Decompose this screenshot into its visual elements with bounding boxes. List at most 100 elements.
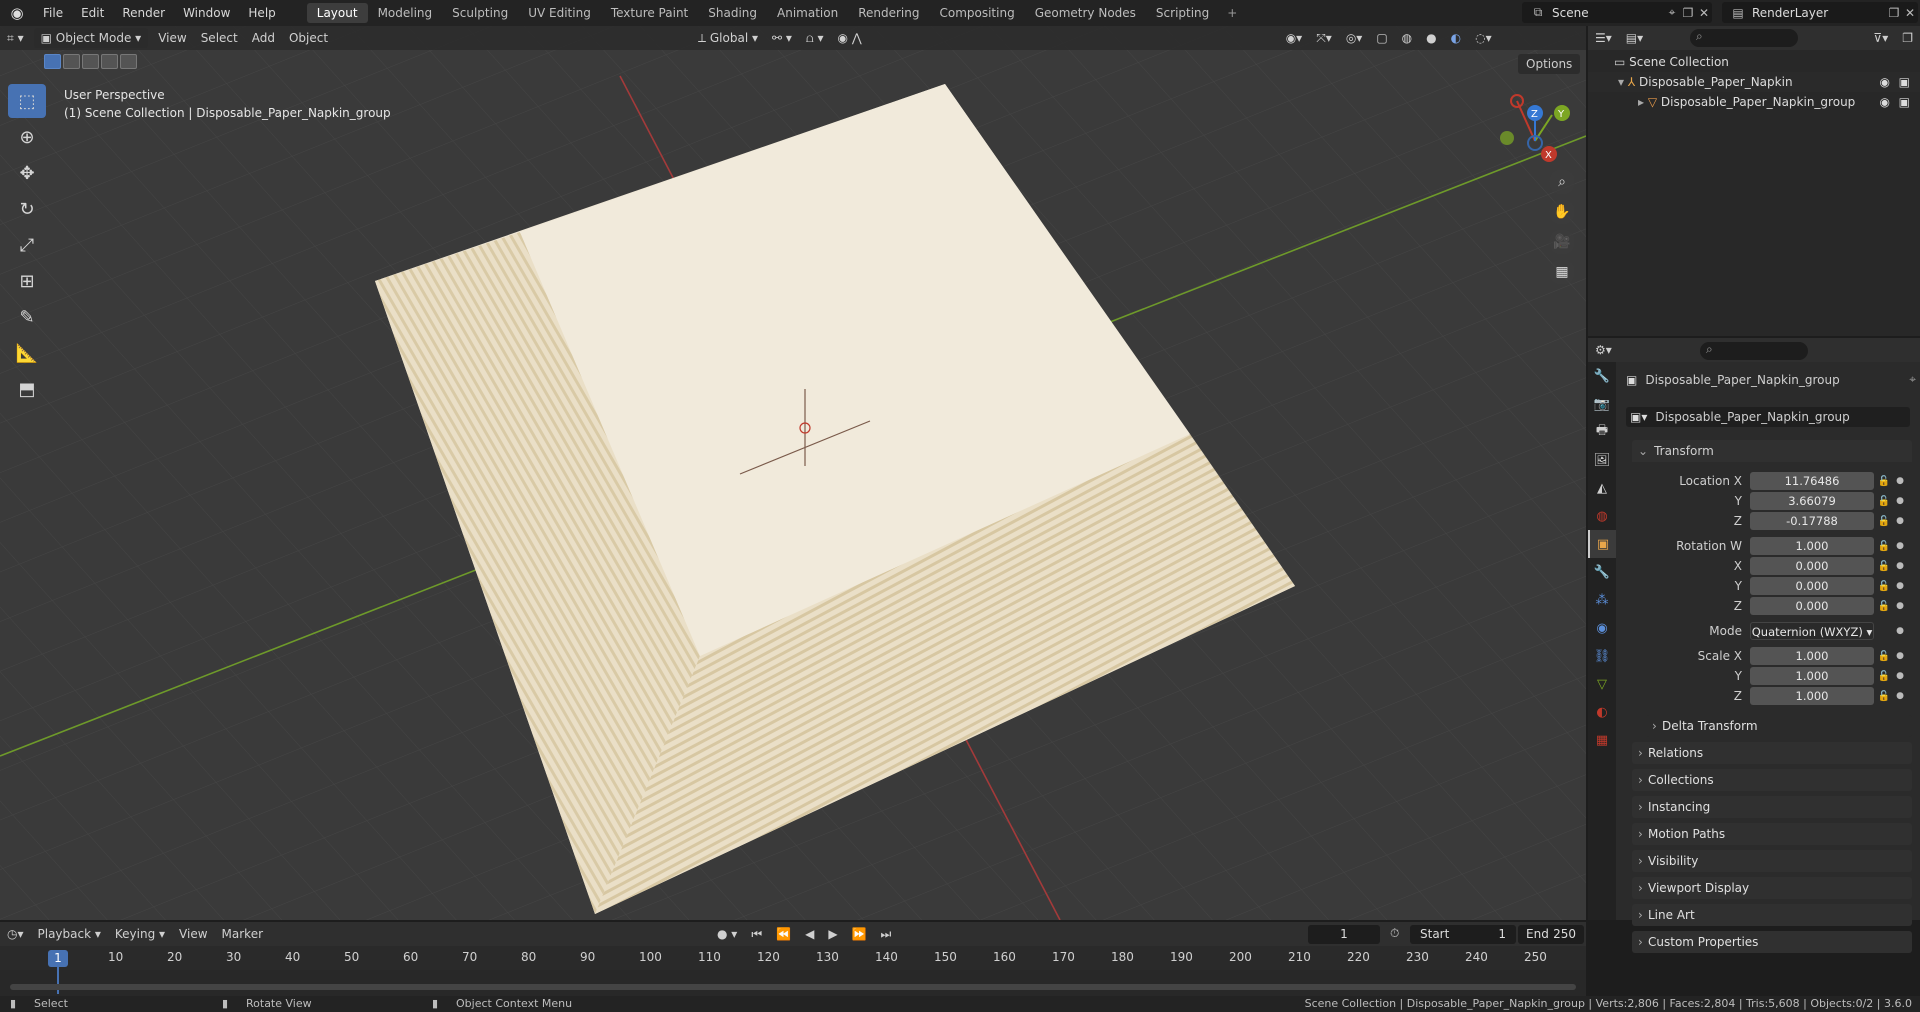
- transform-orientation-dropdown[interactable]: ⟂ Global ▾: [691, 28, 765, 48]
- output-tab-icon[interactable]: 🖶: [1588, 418, 1616, 446]
- viewport-menu-add[interactable]: Add: [245, 28, 282, 48]
- delete-layer-icon[interactable]: ✕: [1902, 6, 1918, 20]
- gizmo-toggle-icon[interactable]: ⤧▾: [1309, 28, 1339, 48]
- keyframe-dot-icon[interactable]: ●: [1894, 671, 1906, 681]
- scale-y-field[interactable]: 1.000: [1750, 667, 1874, 685]
- keyframe-dot-icon[interactable]: ●: [1894, 516, 1906, 526]
- editor-type-icon[interactable]: ⌗ ▾: [0, 28, 31, 48]
- rotate-tool-icon[interactable]: ↻: [8, 192, 46, 226]
- panel-visibility[interactable]: Visibility: [1632, 850, 1912, 872]
- object-name-field[interactable]: ▣▾ Disposable_Paper_Napkin_group: [1626, 407, 1910, 427]
- particles-tab-icon[interactable]: ⁂: [1588, 586, 1616, 614]
- transform-panel-header[interactable]: ⌄ Transform: [1632, 440, 1912, 462]
- panel-line-art[interactable]: Line Art: [1632, 904, 1912, 926]
- workspace-tab-modeling[interactable]: Modeling: [368, 3, 443, 23]
- proportional-edit-icon[interactable]: ◉ ⋀: [831, 28, 869, 48]
- new-layer-icon[interactable]: ❐: [1886, 6, 1902, 20]
- lock-icon[interactable]: 🔓: [1874, 561, 1894, 572]
- rotation-mode-dropdown[interactable]: Quaternion (WXYZ) ▾: [1750, 622, 1874, 640]
- start-frame-field[interactable]: Start 1: [1410, 925, 1516, 944]
- lock-icon[interactable]: 🔓: [1874, 691, 1894, 702]
- tool-tab-icon[interactable]: 🔧: [1588, 362, 1616, 390]
- timeline-menu-marker[interactable]: Marker: [215, 924, 270, 944]
- eye-icon[interactable]: ◉: [1880, 92, 1890, 112]
- measure-tool-icon[interactable]: 📐: [8, 336, 46, 370]
- workspace-tab-shading[interactable]: Shading: [698, 3, 767, 23]
- delete-scene-icon[interactable]: ✕: [1696, 6, 1712, 20]
- workspace-tab-layout[interactable]: Layout: [306, 3, 368, 23]
- pin-icon[interactable]: ⌖: [1664, 5, 1680, 20]
- zoom-icon[interactable]: ⌕: [1549, 169, 1575, 195]
- end-frame-field[interactable]: End 250: [1518, 925, 1584, 944]
- keyframe-dot-icon[interactable]: ●: [1894, 626, 1906, 636]
- panel-motion-paths[interactable]: Motion Paths: [1632, 823, 1912, 845]
- jump-key-forward-icon[interactable]: ⏩: [845, 924, 874, 944]
- viewport-menu-object[interactable]: Object: [282, 28, 335, 48]
- new-collection-icon[interactable]: ❐: [1895, 28, 1920, 48]
- jump-start-icon[interactable]: ⏮: [744, 924, 769, 944]
- timeline-editor-icon[interactable]: ◷▾: [0, 924, 31, 944]
- properties-editor-icon[interactable]: ⚙▾: [1588, 343, 1619, 357]
- lock-icon[interactable]: 🔓: [1874, 601, 1894, 612]
- options-dropdown[interactable]: Options: [1518, 54, 1581, 74]
- xray-icon[interactable]: ▢: [1369, 28, 1394, 48]
- world-tab-icon[interactable]: ◍: [1588, 502, 1616, 530]
- workspace-tab-geometry-nodes[interactable]: Geometry Nodes: [1025, 3, 1146, 23]
- record-icon[interactable]: ● ▾: [710, 924, 744, 944]
- lock-icon[interactable]: 🔓: [1874, 651, 1894, 662]
- select-intersect-icon[interactable]: [120, 54, 137, 69]
- jump-end-icon[interactable]: ⏭: [874, 924, 899, 944]
- delta-transform-subpanel[interactable]: Delta Transform: [1646, 715, 1912, 737]
- move-tool-icon[interactable]: ✥: [8, 156, 46, 190]
- location-x-field[interactable]: 11.76486: [1750, 472, 1874, 490]
- object-datablock-icon[interactable]: ▣▾: [1630, 410, 1647, 424]
- data-tab-icon[interactable]: ▽: [1588, 670, 1616, 698]
- shading-wireframe-icon[interactable]: ◍: [1395, 28, 1419, 48]
- constraints-tab-icon[interactable]: ⛓: [1588, 642, 1616, 670]
- properties-search-input[interactable]: ⌕: [1700, 342, 1808, 360]
- mode-dropdown[interactable]: ▣ Object Mode ▾: [33, 28, 149, 48]
- object-tab-icon[interactable]: ▣: [1588, 530, 1616, 558]
- modifier-tab-icon[interactable]: 🔧: [1588, 558, 1616, 586]
- timeline-menu-view[interactable]: View: [172, 924, 214, 944]
- scale-tool-icon[interactable]: ⤢: [8, 228, 46, 262]
- annotate-tool-icon[interactable]: ✎: [8, 300, 46, 334]
- panel-collections[interactable]: Collections: [1632, 769, 1912, 791]
- lock-icon[interactable]: 🔓: [1874, 671, 1894, 682]
- timeline-menu-keying[interactable]: Keying ▾: [108, 924, 172, 944]
- lock-icon[interactable]: 🔓: [1874, 541, 1894, 552]
- scene-selector[interactable]: ⧉ Scene ⌖ ❐ ✕: [1522, 2, 1712, 23]
- shading-material-icon[interactable]: ◐: [1444, 28, 1468, 48]
- physics-tab-icon[interactable]: ◉: [1588, 614, 1616, 642]
- play-icon[interactable]: ▶: [821, 924, 844, 944]
- viewport-menu-select[interactable]: Select: [194, 28, 245, 48]
- view-layer-selector[interactable]: ▤ RenderLayer ❐ ✕: [1722, 2, 1918, 23]
- lock-icon[interactable]: 🔓: [1874, 516, 1894, 527]
- eye-icon[interactable]: ◉: [1880, 72, 1890, 92]
- panel-viewport-display[interactable]: Viewport Display: [1632, 877, 1912, 899]
- play-reverse-icon[interactable]: ◀: [798, 924, 821, 944]
- add-workspace-icon[interactable]: +: [1219, 6, 1245, 20]
- keyframe-dot-icon[interactable]: ●: [1894, 476, 1906, 486]
- timeline-menu-playback[interactable]: Playback ▾: [31, 924, 108, 944]
- keyframe-dot-icon[interactable]: ●: [1894, 691, 1906, 701]
- outliner-root-row[interactable]: ▭ Scene Collection: [1588, 52, 1920, 72]
- timeline-scrollbar[interactable]: [10, 984, 1576, 990]
- shading-rendered-icon[interactable]: ◌▾: [1468, 28, 1499, 48]
- outliner-search-input[interactable]: ⌕: [1690, 29, 1798, 47]
- keyframe-dot-icon[interactable]: ●: [1894, 541, 1906, 551]
- menu-render[interactable]: Render: [113, 0, 174, 26]
- rotation-y-field[interactable]: 0.000: [1750, 577, 1874, 595]
- keyframe-dot-icon[interactable]: ●: [1894, 561, 1906, 571]
- snap-icon[interactable]: ⩍ ▾: [799, 28, 831, 48]
- view-layer-tab-icon[interactable]: 🖼: [1588, 446, 1616, 474]
- lock-icon[interactable]: 🔓: [1874, 476, 1894, 487]
- camera-icon[interactable]: ▣: [1899, 92, 1910, 112]
- workspace-tab-uv-editing[interactable]: UV Editing: [518, 3, 601, 23]
- display-mode-icon[interactable]: ▤▾: [1619, 28, 1650, 48]
- shading-solid-icon[interactable]: ●: [1419, 28, 1443, 48]
- keyframe-dot-icon[interactable]: ●: [1894, 496, 1906, 506]
- stopwatch-icon[interactable]: ⏱: [1390, 926, 1399, 941]
- navigation-gizmo[interactable]: Z Y X: [1495, 86, 1585, 176]
- 3d-viewport[interactable]: [0, 26, 1586, 920]
